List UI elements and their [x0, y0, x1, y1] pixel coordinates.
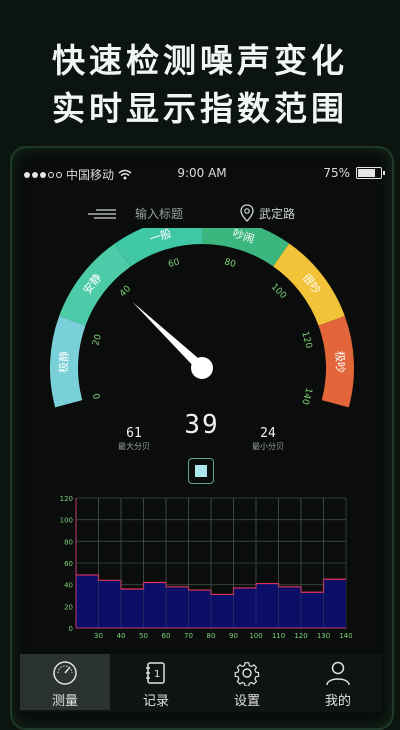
x-tick-label: 40: [117, 632, 126, 640]
gauge-segment-label: 极吵: [333, 351, 348, 374]
min-decibel-value: 24: [260, 426, 276, 441]
stop-button[interactable]: [188, 458, 214, 484]
gauge-icon: [53, 661, 77, 685]
gauge-hub: [191, 357, 213, 379]
max-decibel-label: 最大分贝: [118, 442, 150, 451]
min-decibel-label: 最小分贝: [252, 442, 284, 451]
location-pin-icon: [240, 204, 254, 222]
battery-percent: 75%: [323, 166, 350, 180]
person-icon: [326, 661, 350, 686]
gauge-tick-label: 20: [91, 333, 104, 347]
tab-measure-label: 测量: [51, 694, 78, 709]
max-decibel-value: 61: [126, 426, 142, 441]
location-label[interactable]: 武定路: [259, 205, 295, 222]
tab-settings[interactable]: 设置: [202, 654, 292, 710]
y-tick-label: 0: [69, 625, 73, 633]
title-input[interactable]: 输入标题: [135, 205, 183, 222]
x-tick-label: 60: [162, 632, 171, 640]
promo-headline-1: 快速检测噪声变化: [52, 41, 348, 80]
y-tick-label: 80: [64, 538, 73, 546]
svg-text:1: 1: [154, 669, 160, 680]
title-bar: 输入标题 武定路: [12, 204, 392, 224]
y-tick-label: 120: [60, 495, 73, 503]
x-tick-label: 110: [272, 632, 285, 640]
y-tick-label: 20: [64, 603, 73, 611]
max-decibel: 61 最大分贝: [114, 426, 154, 452]
decibel-history-chart: 120 100 80 60 40 20 0 30 40 50 60 70 80 90 100 110 120 13…: [60, 495, 352, 640]
x-tick-label: 130: [317, 632, 330, 640]
x-tick-label: 120: [294, 632, 307, 640]
tab-settings-label: 设置: [233, 694, 260, 709]
tab-records[interactable]: 1 记录: [111, 654, 201, 710]
status-bar: 中国移动 9:00 AM 75%: [12, 166, 392, 184]
gauge-tick-label: 80: [223, 257, 237, 270]
x-tick-label: 80: [207, 632, 216, 640]
gauge-tick-label: 120: [299, 330, 313, 349]
y-tick-label: 40: [64, 582, 73, 590]
tab-measure[interactable]: 测量: [20, 654, 110, 710]
y-tick-label: 60: [64, 560, 73, 568]
tab-profile[interactable]: 我的: [293, 654, 383, 710]
promo-headline-2: 实时显示指数范围: [52, 89, 348, 128]
gear-icon: [234, 662, 260, 686]
tab-bar: 测量 1 记录 设置 我的: [20, 654, 382, 712]
menu-lines-icon[interactable]: [88, 208, 116, 220]
readings: 39 61 最大分贝 24 最小分贝: [12, 410, 392, 460]
stop-icon: [195, 465, 207, 477]
x-tick-label: 100: [249, 632, 262, 640]
record-book-icon: 1: [146, 662, 165, 684]
phone-frame: 中国移动 9:00 AM 75% 输入标题 武定路 极静 安静 一般 吵闹 很吵…: [10, 146, 394, 730]
current-decibel: 39: [184, 410, 220, 440]
x-tick-label: 30: [94, 632, 103, 640]
gauge-tick-label: 0: [92, 392, 103, 400]
gauge-tick-label: 140: [299, 386, 313, 405]
min-decibel: 24 最小分贝: [248, 426, 288, 452]
x-tick-label: 50: [139, 632, 148, 640]
tab-profile-label: 我的: [324, 694, 351, 709]
gauge-tick-label: 100: [269, 282, 288, 301]
x-tick-label: 140: [339, 632, 352, 640]
x-tick-label: 70: [184, 632, 193, 640]
x-tick-label: 90: [229, 632, 238, 640]
battery-icon: [356, 167, 385, 179]
tab-records-label: 记录: [142, 694, 169, 709]
gauge-tick-label: 60: [167, 257, 181, 270]
gauge-tick-label: 40: [118, 284, 133, 299]
y-tick-label: 100: [60, 517, 73, 525]
gauge-segment-label: 极静: [56, 351, 71, 374]
